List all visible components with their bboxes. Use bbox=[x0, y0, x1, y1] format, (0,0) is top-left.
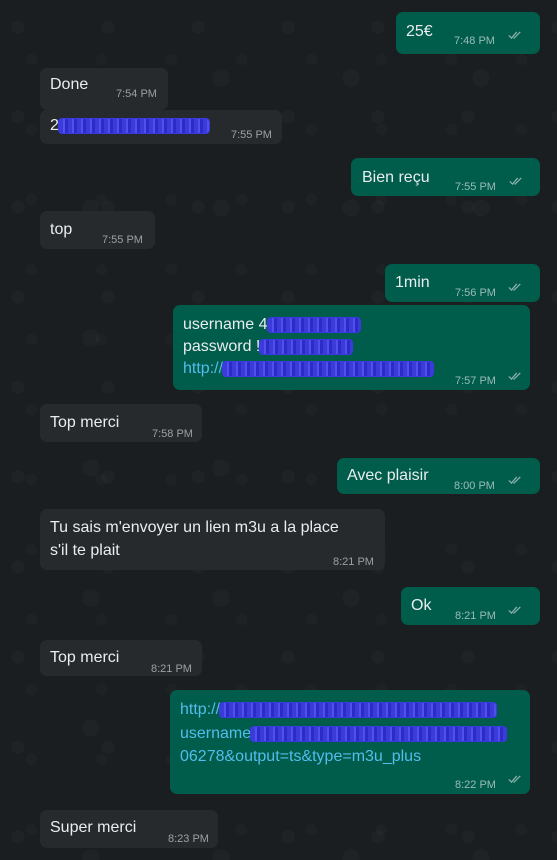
double-check-icon bbox=[508, 283, 521, 291]
message-time: 8:21 PM bbox=[151, 663, 192, 675]
redaction-mark bbox=[251, 726, 507, 741]
message-bubble-outgoing[interactable]: username 4 password ! http:// 7:57 PM bbox=[173, 305, 530, 390]
redaction-mark bbox=[220, 702, 497, 717]
message-bubble-outgoing[interactable]: 1min 7:56 PM bbox=[385, 264, 540, 302]
message-line: s'il te plait bbox=[50, 542, 120, 559]
double-check-icon bbox=[508, 775, 521, 783]
message-line: password ! bbox=[183, 336, 353, 358]
double-check-icon bbox=[508, 606, 521, 614]
message-bubble-incoming[interactable]: Top merci 7:58 PM bbox=[40, 404, 202, 442]
message-bubble-outgoing[interactable]: http:// username 06278&output=ts&type=m3… bbox=[170, 690, 530, 794]
message-text: 2 bbox=[50, 115, 209, 137]
message-line[interactable]: http:// bbox=[183, 358, 434, 380]
message-link[interactable]: 06278&output=ts&type=m3u_plus bbox=[180, 746, 421, 768]
message-text: top bbox=[50, 221, 73, 238]
message-time: 8:22 PM bbox=[455, 779, 496, 791]
message-time: 7:57 PM bbox=[455, 375, 496, 387]
message-bubble-incoming[interactable]: top 7:55 PM bbox=[40, 211, 155, 249]
redaction-mark bbox=[223, 361, 434, 376]
message-time: 7:58 PM bbox=[152, 428, 193, 440]
message-line: username 4 bbox=[183, 314, 360, 336]
message-line: Tu sais m'envoyer un lien m3u a la place bbox=[50, 519, 339, 536]
double-check-icon bbox=[508, 476, 521, 484]
message-bubble-outgoing[interactable]: Ok 8:21 PM bbox=[401, 587, 540, 625]
redaction-mark bbox=[58, 118, 209, 133]
redaction-mark bbox=[267, 317, 360, 332]
message-text: Ok bbox=[411, 597, 432, 614]
message-text: Top merci bbox=[50, 649, 120, 666]
message-time: 7:48 PM bbox=[454, 35, 495, 47]
double-check-icon bbox=[508, 31, 521, 39]
message-link[interactable]: http:// bbox=[183, 360, 223, 377]
message-bubble-incoming[interactable]: Tu sais m'envoyer un lien m3u a la place… bbox=[40, 509, 385, 570]
message-bubble-incoming[interactable]: Done 7:54 PM bbox=[40, 68, 168, 110]
message-time: 7:54 PM bbox=[116, 88, 157, 100]
message-link[interactable]: username bbox=[180, 725, 251, 742]
message-time: 7:55 PM bbox=[102, 234, 143, 246]
message-time: 7:55 PM bbox=[231, 129, 272, 141]
message-text: Super merci bbox=[50, 819, 137, 836]
username-label: username 4 bbox=[183, 316, 268, 333]
message-link[interactable]: http:// bbox=[180, 701, 220, 718]
message-time: 7:56 PM bbox=[455, 287, 496, 299]
message-bubble-outgoing[interactable]: Bien reçu 7:55 PM bbox=[351, 158, 540, 196]
message-bubble-incoming[interactable]: Top merci 8:21 PM bbox=[40, 640, 202, 676]
message-bubble-outgoing[interactable]: Avec plaisir 8:00 PM bbox=[337, 458, 540, 494]
message-text: Done bbox=[50, 76, 89, 93]
message-text: 25€ bbox=[406, 23, 433, 40]
password-label: password ! bbox=[183, 338, 261, 355]
redaction-mark bbox=[260, 339, 353, 354]
message-bubble-incoming[interactable]: Super merci 8:23 PM bbox=[40, 810, 218, 848]
message-text-prefix: 2 bbox=[50, 117, 59, 134]
message-time: 8:21 PM bbox=[333, 556, 374, 568]
double-check-icon bbox=[509, 177, 522, 185]
message-text: Avec plaisir bbox=[347, 467, 429, 484]
message-time: 8:00 PM bbox=[454, 480, 495, 492]
double-check-icon bbox=[508, 372, 521, 380]
message-bubble-incoming[interactable]: 2 7:55 PM bbox=[40, 110, 282, 144]
message-text: Bien reçu bbox=[362, 169, 430, 186]
message-time: 8:21 PM bbox=[455, 610, 496, 622]
message-line[interactable]: username bbox=[180, 723, 507, 745]
message-line[interactable]: http:// bbox=[180, 699, 497, 721]
message-text: Top merci bbox=[50, 414, 120, 431]
message-bubble-outgoing[interactable]: 25€ 7:48 PM bbox=[396, 12, 540, 54]
message-time: 8:23 PM bbox=[168, 833, 209, 845]
message-text: 1min bbox=[395, 274, 430, 291]
message-time: 7:55 PM bbox=[455, 181, 496, 193]
